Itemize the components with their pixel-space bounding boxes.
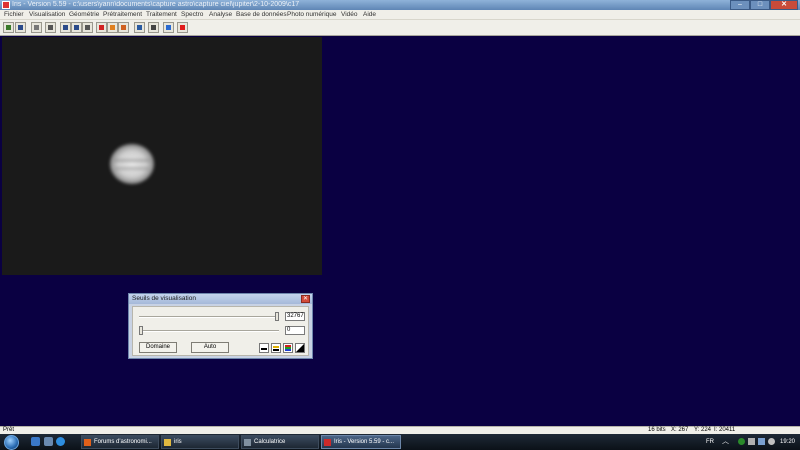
grid-button[interactable] — [60, 22, 71, 33]
histogram-icon — [121, 25, 126, 30]
show-desktop-icon[interactable] — [31, 437, 40, 446]
clock[interactable]: 19:20 — [780, 438, 795, 446]
task-label: Iris - Version 5.59 - c... — [334, 439, 395, 445]
high-threshold-handle[interactable] — [275, 312, 279, 321]
calculator-icon — [244, 439, 251, 446]
iris-app-icon — [324, 439, 331, 446]
bicolor-palette-icon[interactable] — [271, 343, 281, 353]
internet-explorer-icon[interactable] — [56, 437, 65, 446]
status-text: Prêt — [3, 427, 15, 433]
undo-icon — [34, 25, 39, 30]
dialog-title: Seuils de visualisation — [132, 295, 196, 302]
status-y-coordinate: Y: 224 — [694, 427, 712, 433]
tray-app-icon[interactable] — [768, 438, 775, 445]
low-threshold-slider[interactable] — [139, 330, 279, 332]
undo-button[interactable] — [31, 22, 42, 33]
record-icon — [180, 25, 185, 30]
red-circle-button[interactable] — [96, 22, 107, 33]
arrows-icon — [166, 25, 171, 30]
menu-aide[interactable]: Aide — [363, 11, 376, 19]
arrows-button[interactable] — [163, 22, 174, 33]
open-file-button[interactable] — [3, 22, 14, 33]
status-bar: Prêt 16 bits X: 267 Y: 224 I: 20411 — [0, 426, 800, 434]
menu-analyse[interactable]: Analyse — [209, 11, 232, 19]
iris-app-icon — [2, 1, 10, 9]
save-button[interactable] — [15, 22, 26, 33]
menu-spectro[interactable]: Spectro — [181, 11, 203, 19]
dialog-close-button[interactable]: ✕ — [301, 295, 310, 303]
task-iris-folder[interactable]: iris — [161, 435, 239, 449]
task-label: iris — [174, 439, 182, 445]
dialog-title-bar[interactable]: Seuils de visualisation ✕ — [129, 294, 312, 304]
window-title: Iris - Version 5.59 - c:\users\yann\docu… — [12, 1, 300, 8]
menu-base-de-donnees[interactable]: Base de données — [236, 11, 287, 19]
gradient-palette-icon[interactable] — [295, 343, 305, 353]
low-threshold-field[interactable]: 0 — [285, 326, 305, 335]
speaker-icon[interactable] — [758, 438, 765, 445]
thresholds-dialog: Seuils de visualisation ✕ 32767 0 Domain… — [128, 293, 313, 359]
camera-button[interactable] — [148, 22, 159, 33]
dialog-body: 32767 0 Domaine Auto — [132, 306, 309, 356]
close-button[interactable]: ✕ — [770, 0, 798, 10]
switch-windows-icon[interactable] — [44, 437, 53, 446]
folder-icon — [164, 439, 171, 446]
high-threshold-slider[interactable] — [139, 316, 279, 318]
task-label: Forums d'astronomi... — [94, 439, 152, 445]
save-icon — [18, 25, 23, 30]
palette-icon — [137, 25, 142, 30]
start-button[interactable] — [4, 435, 19, 450]
list-icon — [48, 25, 53, 30]
list-button[interactable] — [45, 22, 56, 33]
title-bar: Iris - Version 5.59 - c:\users\yann\docu… — [0, 0, 800, 10]
task-label: Calculatrice — [254, 439, 286, 445]
maximize-button[interactable]: □ — [750, 0, 770, 10]
domain-button[interactable]: Domaine — [139, 342, 177, 353]
menu-traitement[interactable]: Traitement — [146, 11, 177, 19]
chevron-up-icon[interactable]: ︿ — [722, 438, 729, 445]
firefox-icon — [84, 439, 91, 446]
stats-button[interactable] — [82, 22, 93, 33]
move-icon — [74, 25, 79, 30]
stats-icon — [85, 25, 90, 30]
camera-icon — [151, 25, 156, 30]
orange-square-icon — [110, 25, 115, 30]
histogram-button[interactable] — [118, 22, 129, 33]
language-indicator[interactable]: FR — [706, 438, 714, 446]
grayscale-palette-icon[interactable] — [259, 343, 269, 353]
task-forums[interactable]: Forums d'astronomi... — [81, 435, 159, 449]
auto-button[interactable]: Auto — [191, 342, 229, 353]
open-file-icon — [6, 25, 11, 30]
status-intensity: I: 20411 — [714, 427, 736, 433]
rainbow-palette-icon[interactable] — [283, 343, 293, 353]
orange-square-button[interactable] — [107, 22, 118, 33]
minimize-button[interactable]: – — [730, 0, 750, 10]
menu-pretraitement[interactable]: Prétraitement — [103, 11, 142, 19]
palette-button[interactable] — [134, 22, 145, 33]
menu-video[interactable]: Vidéo — [341, 11, 358, 19]
high-threshold-field[interactable]: 32767 — [285, 312, 305, 321]
menu-photo-numerique[interactable]: Photo numérique — [287, 11, 337, 19]
status-x-coordinate: X: 267 — [671, 427, 689, 433]
menu-visualisation[interactable]: Visualisation — [29, 11, 65, 19]
low-threshold-handle[interactable] — [139, 326, 143, 335]
status-bit-depth: 16 bits — [648, 427, 666, 433]
menu-fichier[interactable]: Fichier — [4, 11, 24, 19]
red-circle-icon — [99, 25, 104, 30]
grid-icon — [63, 25, 68, 30]
monitor-icon[interactable] — [748, 438, 755, 445]
menu-geometrie[interactable]: Géométrie — [69, 11, 99, 19]
task-calculator[interactable]: Calculatrice — [241, 435, 319, 449]
menu-bar: Fichier Visualisation Géométrie Prétrait… — [0, 10, 800, 20]
network-icon[interactable] — [738, 438, 745, 445]
record-button[interactable] — [177, 22, 188, 33]
task-iris-app[interactable]: Iris - Version 5.59 - c... — [321, 435, 401, 449]
move-button[interactable] — [71, 22, 82, 33]
system-tray: FR ︿ 19:20 — [700, 434, 800, 450]
planet-image — [110, 144, 154, 184]
toolbar — [0, 20, 800, 36]
taskbar: Forums d'astronomi... iris Calculatrice … — [0, 434, 800, 450]
image-canvas[interactable] — [2, 37, 322, 275]
